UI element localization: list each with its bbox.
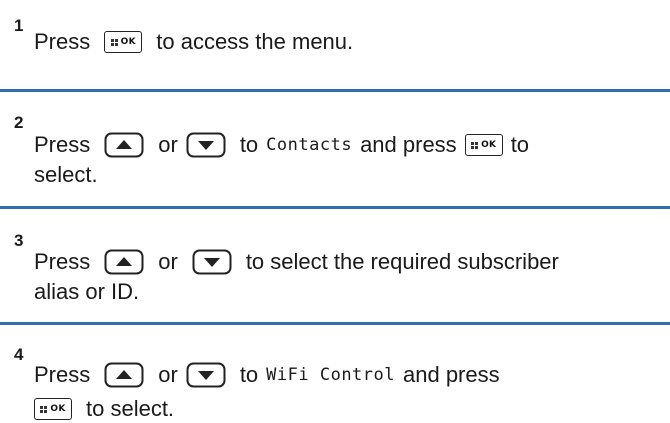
- menu-ok-key-icon: OK: [34, 398, 72, 420]
- down-arrow-key-icon: [186, 362, 226, 388]
- menu-target-wifi-control: WiFi Control: [266, 365, 395, 385]
- press-text: Press: [34, 132, 91, 157]
- up-arrow-key-icon: [104, 362, 144, 388]
- or-text: or: [158, 249, 178, 274]
- instruction-text: to select the required subscriber: [245, 249, 559, 274]
- to-text: to: [239, 132, 259, 157]
- step-text-line2: select.: [34, 161, 98, 189]
- press-text: Press: [34, 249, 91, 274]
- and-press-text: and press: [360, 132, 457, 157]
- select-text: to select.: [86, 396, 175, 421]
- menu-ok-key-icon: OK: [464, 134, 503, 156]
- step-number: 3: [14, 231, 24, 250]
- up-arrow-key-icon: [104, 132, 144, 158]
- step-text-line2: alias or ID.: [34, 278, 139, 306]
- menu-target-contacts: Contacts: [266, 135, 353, 155]
- down-arrow-key-icon: [186, 132, 226, 158]
- step-text: Press or to WiFi Control and press: [34, 361, 500, 389]
- up-arrow-key-icon: [104, 249, 144, 275]
- press-text: Press: [34, 29, 91, 54]
- step-text: Press or to select the required subscrib…: [34, 248, 559, 276]
- and-press-text: and press: [403, 362, 500, 387]
- step-text: Press OK to access the menu.: [34, 28, 353, 56]
- step-text-line2: OK to select.: [34, 395, 174, 423]
- instruction-text-line2: alias or ID.: [34, 279, 140, 304]
- instruction-text: to access the menu.: [156, 29, 354, 54]
- to-text-end: to: [510, 132, 530, 157]
- down-arrow-key-icon: [192, 249, 232, 275]
- or-text: or: [158, 362, 178, 387]
- step-number: 4: [14, 345, 24, 364]
- divider: [0, 89, 670, 92]
- step-text: Press or to Contacts and press OK to: [34, 131, 529, 159]
- step-number: 2: [14, 113, 24, 132]
- menu-ok-key-icon: OK: [104, 31, 143, 53]
- to-text: to: [239, 362, 259, 387]
- press-text: Press: [34, 362, 91, 387]
- divider: [0, 206, 670, 209]
- divider: [0, 322, 670, 325]
- select-text: select.: [34, 162, 98, 187]
- step-number: 1: [14, 16, 24, 35]
- or-text: or: [158, 132, 178, 157]
